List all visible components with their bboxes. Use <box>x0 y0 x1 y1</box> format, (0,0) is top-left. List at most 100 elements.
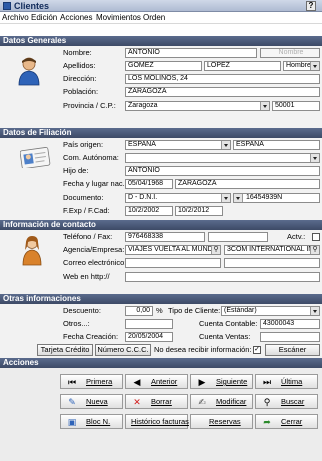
agencia-value: VIAJES VUELTA AL MUNDO <box>128 246 219 253</box>
search-icon[interactable]: ⚲ <box>211 246 220 254</box>
chevron-down-icon[interactable] <box>260 102 269 110</box>
ultima-button[interactable]: ⏭ Última <box>255 374 318 389</box>
section-informacion-contacto: Información de contacto <box>0 220 322 230</box>
exit-icon: ➦ <box>263 417 271 427</box>
pais-select[interactable]: ESPAÑA <box>125 140 231 150</box>
menu-movimientos[interactable]: Movimientos <box>96 12 141 24</box>
primera-button[interactable]: ⏮ Primera <box>60 374 123 389</box>
tarjeta-credito-button[interactable]: Tarjeta Crédito <box>37 344 93 356</box>
apellido1-field[interactable]: GOMEZ <box>125 61 202 71</box>
delete-icon: ✕ <box>133 397 141 407</box>
poblacion-field[interactable]: ZARAGOZA <box>125 87 320 97</box>
documento-num-field[interactable]: 16454939N <box>233 193 320 203</box>
escaner-button[interactable]: Escáner <box>265 344 320 356</box>
cerrar-button[interactable]: ➦ Cerrar <box>255 414 318 429</box>
menu-bar: Archivo Edición Acciones Movimientos Ord… <box>0 12 322 24</box>
chevron-down-icon[interactable] <box>310 154 319 162</box>
com-select[interactable] <box>125 153 320 163</box>
pais-label: País origen: <box>63 140 104 149</box>
nueva-button[interactable]: ✎ Nueva <box>60 394 123 409</box>
chevron-down-icon[interactable] <box>234 194 243 202</box>
cuenta-contable-field[interactable]: 43000043 <box>260 319 320 329</box>
otros-label: Otros...: <box>63 319 90 328</box>
cuenta-ventas-field[interactable] <box>260 332 320 342</box>
nombre-field[interactable]: ANTONIO <box>125 48 257 58</box>
sexo-select[interactable]: Hombre <box>283 61 320 71</box>
web-field[interactable] <box>125 272 320 282</box>
chevron-down-icon[interactable] <box>310 307 319 315</box>
descuento-label: Descuento: <box>63 306 101 315</box>
tipo-cliente-value: (Estándar) <box>224 307 257 314</box>
hijo-label: Hijo de: <box>63 166 89 175</box>
menu-edicion[interactable]: Edición <box>31 12 57 24</box>
documento-tipo-value: D - D.N.I. <box>128 194 158 201</box>
section-datos-filiacion: Datos de Filiación <box>0 128 322 138</box>
provincia-value: Zaragoza <box>128 102 158 109</box>
buscar-button[interactable]: ⚲ Buscar <box>255 394 318 409</box>
bloc-notas-button[interactable]: ▣ Bloc N. <box>60 414 123 429</box>
correo-field[interactable] <box>125 258 221 268</box>
panel-datos-filiacion: País origen: ESPAÑA ESPAÑA Com. Autónoma… <box>0 138 322 220</box>
fcad-field[interactable]: 10/2/2012 <box>175 206 223 216</box>
web-label: Web en http:// <box>63 272 110 281</box>
siguiente-button[interactable]: ▶ Siguiente <box>190 374 253 389</box>
tipo-cliente-select[interactable]: (Estándar) <box>221 306 320 316</box>
correo2-field[interactable] <box>224 258 320 268</box>
panel-otras-informaciones: Descuento: 0,00 % Tipo de Cliente: (Está… <box>0 304 322 358</box>
borrar-button[interactable]: ✕ Borrar <box>125 394 188 409</box>
fax-field[interactable] <box>208 232 268 242</box>
telefono-field[interactable]: 976468338 <box>125 232 205 242</box>
fecha-creacion-field[interactable]: 20/05/2004 <box>125 332 173 342</box>
actv-checkbox[interactable] <box>312 233 320 241</box>
chevron-down-icon[interactable] <box>221 141 230 149</box>
hijo-field[interactable]: ANTONIO <box>125 166 320 176</box>
empresa-value: 3COM INTERNATIONAL IN <box>227 246 314 253</box>
pais-value: ESPAÑA <box>128 141 156 148</box>
cuenta-ventas-label: Cuenta Ventas: <box>199 332 251 341</box>
lugar-nac-field[interactable]: ZARAGOZA <box>175 179 320 189</box>
new-record-icon: ✎ <box>68 397 76 407</box>
telefono-label: Teléfono / Fax: <box>63 232 113 241</box>
cp-field[interactable]: 50001 <box>272 101 320 111</box>
anterior-button[interactable]: ◀ Anterior <box>125 374 188 389</box>
otros-field[interactable] <box>125 319 173 329</box>
empresa-field[interactable]: 3COM INTERNATIONAL IN ⚲ <box>224 245 320 255</box>
pais2-field[interactable]: ESPAÑA <box>233 140 320 150</box>
menu-acciones[interactable]: Acciones <box>60 12 92 24</box>
panel-informacion-contacto: Teléfono / Fax: 976468338 Actv.: Agencia… <box>0 230 322 294</box>
direccion-field[interactable]: LOS MOLINOS, 24 <box>125 74 320 84</box>
nombre-button[interactable]: Nombre <box>260 48 320 58</box>
fecha-nac-field[interactable]: 05/04/1968 <box>125 179 173 189</box>
historico-facturas-button[interactable]: Histórico facturas <box>125 414 189 429</box>
no-info-checkbox[interactable]: ✓ <box>253 346 261 354</box>
reservas-button[interactable]: Reservas <box>190 414 253 429</box>
sexo-value: Hombre <box>286 62 311 69</box>
provincia-select[interactable]: Zaragoza <box>125 101 270 111</box>
fecha-nac-label: Fecha y lugar nac.: <box>63 179 127 188</box>
agencia-field[interactable]: VIAJES VUELTA AL MUNDO ⚲ <box>125 245 221 255</box>
numero-ccc-button[interactable]: Número C.C.C. <box>95 344 151 356</box>
title-bar: Clientes ? <box>0 0 322 12</box>
no-info-label: No desea recibir información: <box>154 345 252 354</box>
previous-icon: ◀ <box>133 377 141 387</box>
notepad-icon: ▣ <box>67 417 77 427</box>
help-button[interactable]: ? <box>306 1 316 11</box>
fexp-field[interactable]: 10/2/2002 <box>125 206 173 216</box>
panel-acciones: ⏮ Primera ◀ Anterior ▶ Siguiente ⏭ Últim… <box>0 368 322 461</box>
cuenta-contable-label: Cuenta Contable: <box>199 319 258 328</box>
next-icon: ▶ <box>198 377 206 387</box>
percent-label: % <box>156 306 163 315</box>
chevron-down-icon[interactable] <box>221 194 230 202</box>
section-otras-informaciones: Otras informaciones <box>0 294 322 304</box>
descuento-field[interactable]: 0,00 <box>125 306 153 316</box>
apellido2-field[interactable]: LOPEZ <box>204 61 281 71</box>
menu-archivo[interactable]: Archivo <box>2 12 29 24</box>
search-icon[interactable]: ⚲ <box>310 246 319 254</box>
chevron-down-icon[interactable] <box>310 62 319 70</box>
agencia-label: Agencia/Empresa: <box>63 245 125 254</box>
documento-tipo-select[interactable]: D - D.N.I. <box>125 193 231 203</box>
nombre-label: Nombre: <box>63 48 92 57</box>
section-acciones: Acciones <box>0 358 322 368</box>
menu-orden[interactable]: Orden <box>143 12 165 24</box>
modificar-button[interactable]: ✍ Modificar <box>190 394 253 409</box>
